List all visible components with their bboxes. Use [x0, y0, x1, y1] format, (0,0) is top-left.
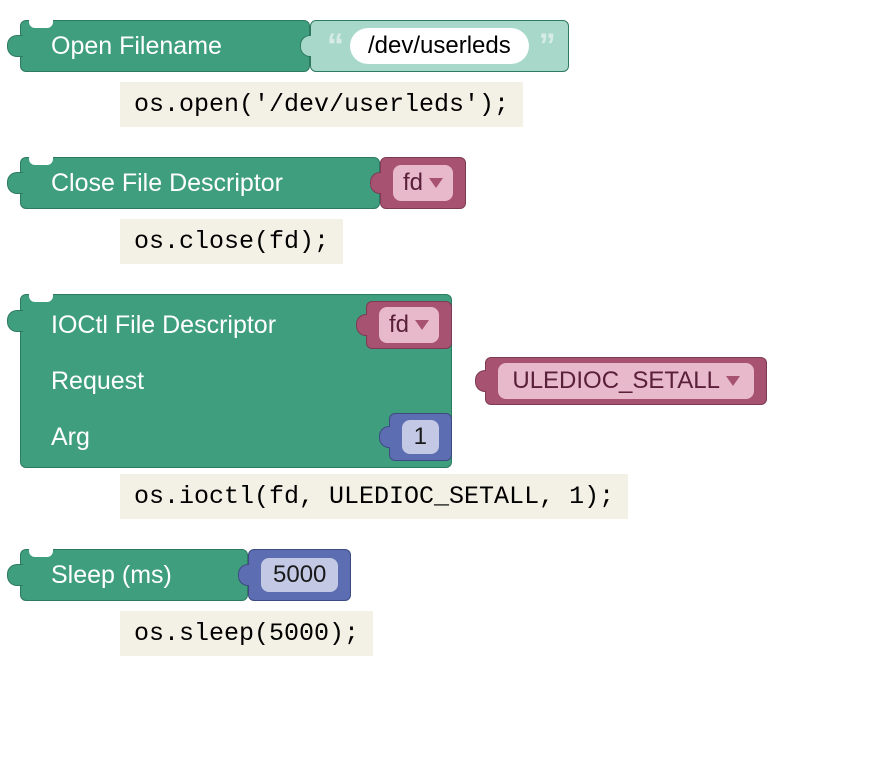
close-fd-label: Close File Descriptor: [51, 169, 283, 198]
close-fd-dropdown[interactable]: fd: [393, 165, 453, 201]
ioctl-fd-arg[interactable]: fd: [366, 301, 452, 349]
ioctl-request-arg[interactable]: ULEDIOC_SETALL: [485, 357, 767, 405]
ioctl-code-output: os.ioctl(fd, ULEDIOC_SETALL, 1);: [120, 474, 628, 519]
sleep-value-arg[interactable]: 5000: [248, 549, 351, 601]
close-code-output: os.close(fd);: [120, 219, 343, 264]
open-filename-value[interactable]: /dev/userleds: [350, 28, 529, 64]
close-fd-head[interactable]: Close File Descriptor: [20, 157, 380, 209]
close-fd-block[interactable]: Close File Descriptor fd os.close(fd);: [20, 157, 853, 278]
ioctl-arg-value[interactable]: 1: [402, 420, 439, 454]
dropdown-arrow-icon: [726, 376, 740, 386]
ioctl-arg-label: Arg: [51, 423, 389, 452]
ioctl-arg-value-block[interactable]: 1: [389, 413, 452, 461]
sleep-value[interactable]: 5000: [261, 558, 338, 592]
sleep-block[interactable]: Sleep (ms) 5000 os.sleep(5000);: [20, 549, 853, 670]
open-filename-label: Open Filename: [51, 32, 222, 61]
open-quote-icon: “: [327, 29, 340, 63]
ioctl-fd-var: fd: [389, 311, 409, 339]
close-fd-var: fd: [403, 169, 423, 197]
sleep-label: Sleep (ms): [51, 561, 172, 590]
open-filename-head[interactable]: Open Filename: [20, 20, 310, 72]
ioctl-block[interactable]: IOCtl File Descriptor fd Request ULEDIOC…: [20, 294, 853, 533]
ioctl-label: IOCtl File Descriptor: [51, 311, 366, 340]
open-filename-block[interactable]: Open Filename “ /dev/userleds ” os.open(…: [20, 20, 853, 141]
sleep-code-output: os.sleep(5000);: [120, 611, 373, 656]
ioctl-fd-dropdown[interactable]: fd: [379, 307, 439, 343]
open-code-output: os.open('/dev/userleds');: [120, 82, 523, 127]
ioctl-request-label: Request: [51, 367, 485, 396]
dropdown-arrow-icon: [415, 320, 429, 330]
dropdown-arrow-icon: [429, 178, 443, 188]
sleep-head[interactable]: Sleep (ms): [20, 549, 248, 601]
ioctl-request-dropdown[interactable]: ULEDIOC_SETALL: [498, 363, 754, 399]
ioctl-request-value: ULEDIOC_SETALL: [512, 367, 720, 395]
open-filename-string-arg[interactable]: “ /dev/userleds ”: [310, 20, 569, 72]
close-fd-var-arg[interactable]: fd: [380, 157, 466, 209]
close-quote-icon: ”: [539, 29, 552, 63]
